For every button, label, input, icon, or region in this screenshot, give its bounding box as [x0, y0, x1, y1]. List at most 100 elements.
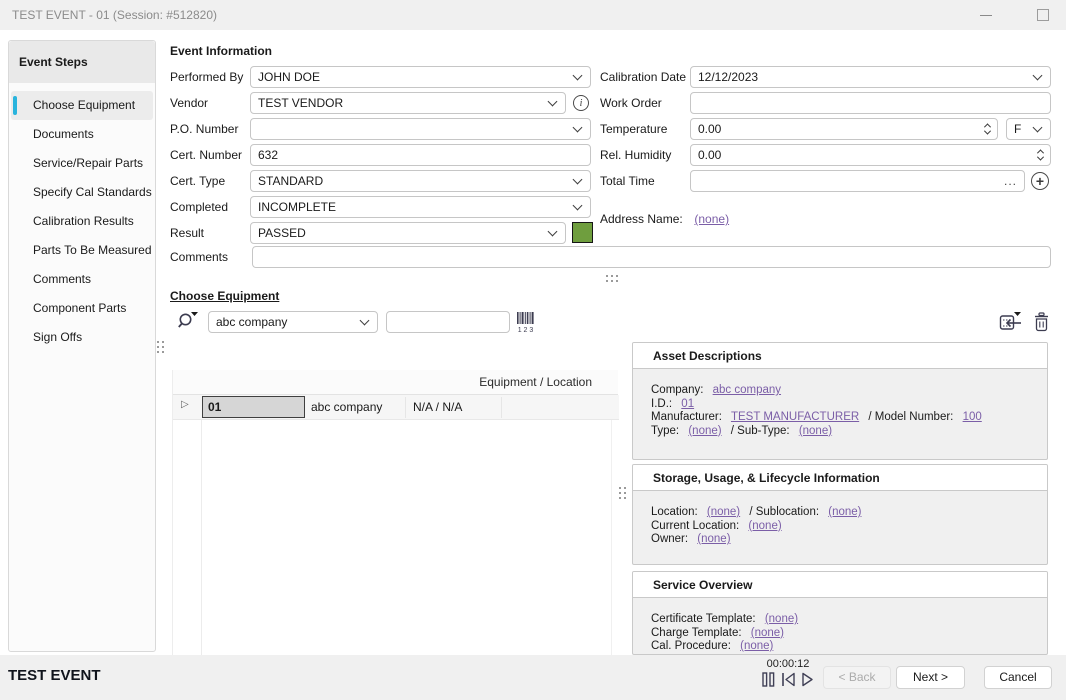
- asset-descriptions-title: Asset Descriptions: [633, 343, 1047, 369]
- chevron-down-icon: [548, 96, 558, 106]
- service-overview-title: Service Overview: [633, 572, 1047, 598]
- table-row[interactable]: ▷ 01 abc company N/A / N/A: [173, 395, 619, 420]
- form-splitter-grip[interactable]: [606, 275, 618, 282]
- row-expander-icon[interactable]: ▷: [181, 399, 189, 410]
- row-company-cell[interactable]: abc company: [311, 395, 382, 420]
- asset-type-line: Type: (none) / Sub-Type: (none): [651, 425, 1037, 439]
- equipment-search-input[interactable]: [386, 311, 510, 333]
- address-name-label: Address Name:: [600, 212, 683, 226]
- next-button[interactable]: Next >: [896, 666, 965, 689]
- manufacturer-link[interactable]: TEST MANUFACTURER: [731, 411, 859, 423]
- skip-to-start-icon[interactable]: [781, 672, 796, 687]
- location-link[interactable]: (none): [707, 506, 740, 518]
- minimize-icon[interactable]: [980, 15, 992, 16]
- work-order-label: Work Order: [600, 92, 662, 114]
- column-header-equipment-location[interactable]: Equipment / Location: [201, 370, 592, 395]
- rel-humidity-spinbox[interactable]: 0.00: [690, 144, 1051, 166]
- spinner-icon[interactable]: [1038, 149, 1043, 161]
- completed-label: Completed: [170, 196, 228, 218]
- sidebar-item-comments[interactable]: Comments: [11, 265, 153, 294]
- storage-panel: Storage, Usage, & Lifecycle Information …: [632, 464, 1048, 565]
- cal-procedure-link[interactable]: (none): [740, 640, 773, 652]
- spinner-icon[interactable]: [985, 123, 990, 135]
- play-icon[interactable]: [801, 672, 814, 687]
- asset-manufacturer-line: Manufacturer: TEST MANUFACTURER / Model …: [651, 411, 1037, 425]
- chevron-down-icon: [573, 70, 583, 80]
- equipment-picker-icon[interactable]: [999, 311, 1024, 332]
- address-name-link[interactable]: (none): [694, 212, 729, 226]
- cert-type-combobox[interactable]: STANDARD: [250, 170, 591, 192]
- calibration-date-combobox[interactable]: 12/12/2023: [690, 66, 1051, 88]
- work-order-input[interactable]: [690, 92, 1051, 114]
- performed-by-label: Performed By: [170, 66, 243, 88]
- po-number-combobox[interactable]: [250, 118, 591, 140]
- result-combobox[interactable]: PASSED: [250, 222, 566, 244]
- storage-current-location-line: Current Location: (none): [651, 520, 1037, 534]
- service-overview-panel: Service Overview Certificate Template: (…: [632, 571, 1048, 655]
- sidebar-header: Event Steps: [9, 41, 155, 83]
- ellipsis-icon[interactable]: ...: [1004, 176, 1017, 186]
- model-number-link[interactable]: 100: [963, 411, 982, 423]
- comments-input[interactable]: [252, 246, 1051, 268]
- asset-company-line: Company: abc company: [651, 384, 1037, 398]
- certificate-template-line: Certificate Template: (none): [651, 613, 1037, 627]
- barcode-icon[interactable]: 1 2 3: [516, 311, 536, 333]
- chevron-down-icon: [573, 200, 583, 210]
- asset-id-line: I.D.: 01: [651, 398, 1037, 412]
- cert-number-input[interactable]: 632: [250, 144, 591, 166]
- certificate-template-link[interactable]: (none): [765, 613, 798, 625]
- sidebar-item-parts-to-be-measured[interactable]: Parts To Be Measured: [11, 236, 153, 265]
- chevron-down-icon: [1033, 122, 1043, 132]
- type-link[interactable]: (none): [688, 425, 721, 437]
- maximize-icon[interactable]: [1037, 9, 1049, 21]
- footer-bar: TEST EVENT 00:00:12 < Back Next > Cancel: [0, 655, 1066, 700]
- owner-link[interactable]: (none): [697, 533, 730, 545]
- comments-label: Comments: [170, 246, 228, 268]
- chevron-down-icon: [573, 174, 583, 184]
- performed-by-combobox[interactable]: JOHN DOE: [250, 66, 591, 88]
- row-id-cell[interactable]: 01: [202, 396, 305, 418]
- id-link[interactable]: 01: [681, 398, 694, 410]
- svg-text:1 2 3: 1 2 3: [518, 327, 534, 333]
- cert-type-label: Cert. Type: [170, 170, 225, 192]
- window-title: TEST EVENT - 01 (Session: #512820): [12, 8, 217, 22]
- storage-panel-title: Storage, Usage, & Lifecycle Information: [633, 465, 1047, 491]
- sidebar-splitter-grip[interactable]: [157, 341, 164, 353]
- vendor-info-icon[interactable]: i: [573, 95, 589, 111]
- charge-template-line: Charge Template: (none): [651, 627, 1037, 641]
- cancel-button[interactable]: Cancel: [984, 666, 1052, 689]
- sidebar-item-calibration-results[interactable]: Calibration Results: [11, 207, 153, 236]
- main-content: Event Steps Choose Equipment Documents S…: [0, 30, 1066, 655]
- sidebar-item-sign-offs[interactable]: Sign Offs: [11, 323, 153, 352]
- search-icon[interactable]: [177, 310, 199, 332]
- sidebar-item-documents[interactable]: Documents: [11, 120, 153, 149]
- pause-icon[interactable]: [762, 672, 775, 687]
- subtype-link[interactable]: (none): [799, 425, 832, 437]
- completed-combobox[interactable]: INCOMPLETE: [250, 196, 591, 218]
- panel-splitter-grip[interactable]: [619, 487, 626, 499]
- add-time-icon[interactable]: +: [1031, 172, 1049, 190]
- temperature-unit-combobox[interactable]: F: [1006, 118, 1051, 140]
- sidebar-item-service-repair-parts[interactable]: Service/Repair Parts: [11, 149, 153, 178]
- temperature-label: Temperature: [600, 118, 667, 140]
- po-number-label: P.O. Number: [170, 118, 238, 140]
- sidebar-item-specify-cal-standards[interactable]: Specify Cal Standards: [11, 178, 153, 207]
- event-information-title: Event Information: [170, 44, 272, 58]
- vendor-combobox[interactable]: TEST VENDOR: [250, 92, 566, 114]
- total-time-input[interactable]: ...: [690, 170, 1025, 192]
- asset-descriptions-panel: Asset Descriptions Company: abc company …: [632, 342, 1048, 460]
- delete-icon[interactable]: [1033, 312, 1050, 332]
- back-button[interactable]: < Back: [823, 666, 891, 689]
- company-link[interactable]: abc company: [713, 384, 781, 396]
- timer-display: 00:00:12: [760, 658, 816, 670]
- current-location-link[interactable]: (none): [748, 520, 781, 532]
- choose-equipment-title: Choose Equipment: [170, 289, 279, 303]
- sublocation-link[interactable]: (none): [828, 506, 861, 518]
- sidebar-item-choose-equipment[interactable]: Choose Equipment: [11, 91, 153, 120]
- equipment-filter-combobox[interactable]: abc company: [208, 311, 378, 333]
- sidebar-item-component-parts[interactable]: Component Parts: [11, 294, 153, 323]
- row-location-cell[interactable]: N/A / N/A: [413, 395, 462, 420]
- temperature-spinbox[interactable]: 0.00: [690, 118, 998, 140]
- titlebar: TEST EVENT - 01 (Session: #512820): [0, 0, 1066, 30]
- charge-template-link[interactable]: (none): [751, 627, 784, 639]
